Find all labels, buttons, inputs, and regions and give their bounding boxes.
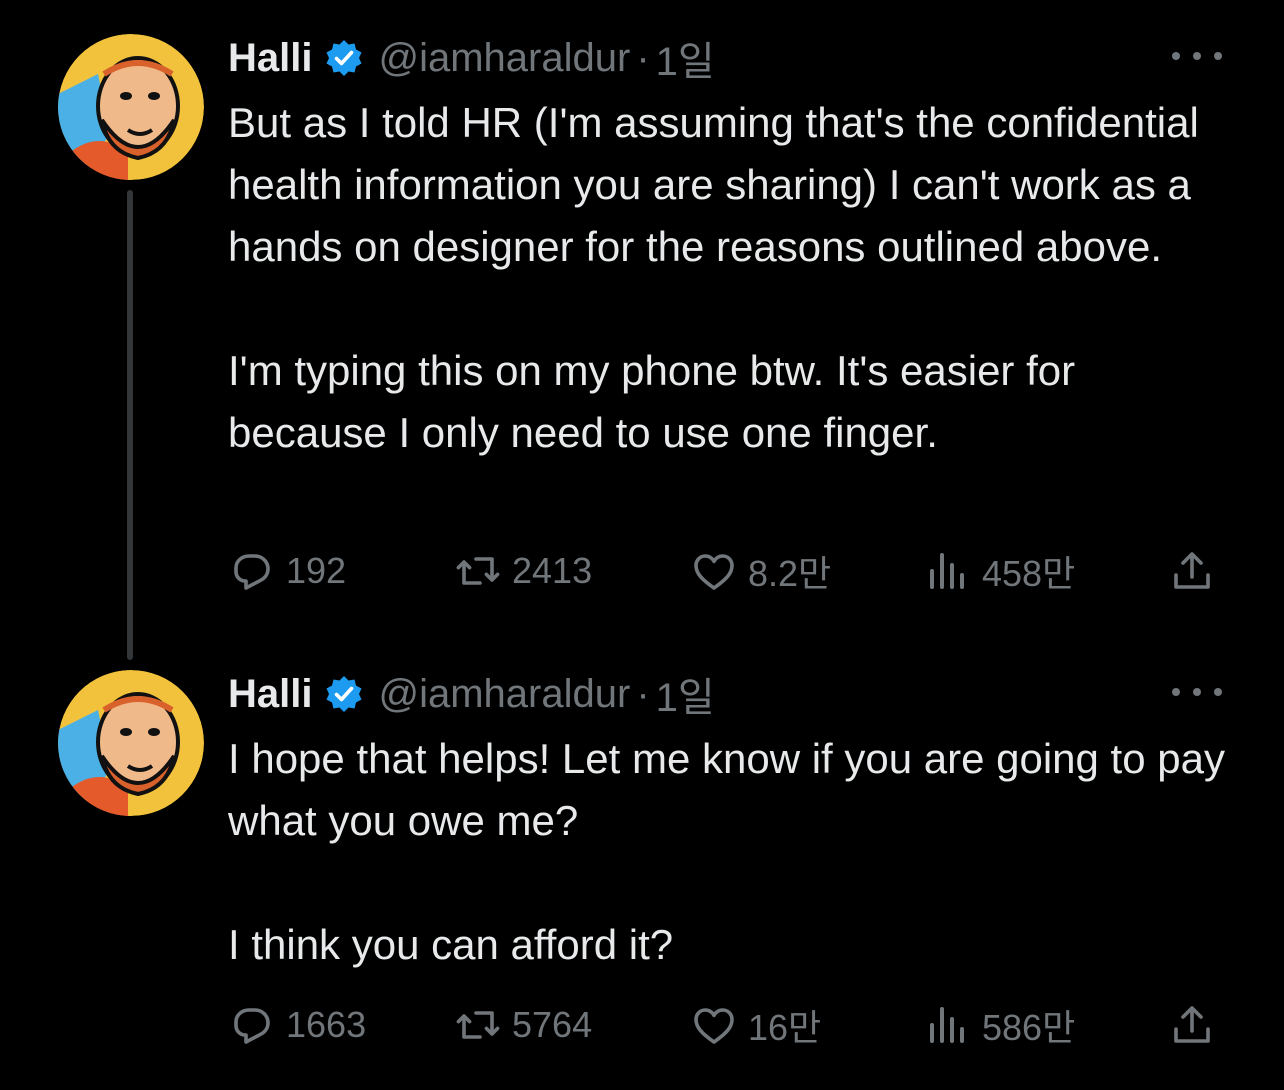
views-count: 586만 xyxy=(982,1007,1076,1048)
tweet-text: But as I told HR (I'm assuming that's th… xyxy=(228,92,1238,464)
timestamp[interactable]: 1일 xyxy=(656,665,715,723)
thread-connector-line xyxy=(127,190,133,660)
tweet-paragraph: But as I told HR (I'm assuming that's th… xyxy=(228,99,1199,270)
share-button[interactable] xyxy=(1168,1000,1216,1050)
repost-button[interactable]: 2413 xyxy=(454,546,592,596)
views-button[interactable]: 458만 xyxy=(924,546,1075,596)
action-bar: 192 2413 8.2만 458만 xyxy=(228,546,1228,596)
reply-count: 192 xyxy=(286,550,347,591)
like-button[interactable]: 8.2만 xyxy=(690,546,831,596)
views-icon xyxy=(924,1001,972,1049)
avatar[interactable] xyxy=(58,670,204,816)
repost-count: 2413 xyxy=(512,550,593,591)
reply-icon xyxy=(228,547,276,595)
tweet-paragraph: I'm typing this on my phone btw. It's ea… xyxy=(228,347,1076,456)
repost-button[interactable]: 5764 xyxy=(454,1000,592,1050)
verified-badge-icon xyxy=(324,674,364,714)
like-button[interactable]: 16만 xyxy=(690,1000,821,1050)
reply-count: 1663 xyxy=(286,1004,367,1045)
tweet-header: Halli @iamharaldur · 1일 xyxy=(228,670,715,721)
share-icon xyxy=(1168,1001,1216,1049)
like-icon xyxy=(690,547,738,595)
more-icon[interactable] xyxy=(1172,46,1222,66)
reply-icon xyxy=(228,1001,276,1049)
repost-count: 5764 xyxy=(512,1004,593,1045)
reply-button[interactable]: 192 xyxy=(228,546,346,596)
views-count: 458만 xyxy=(982,553,1076,594)
author-handle[interactable]: @iamharaldur xyxy=(378,672,630,717)
tweet-paragraph: I think you can afford it? xyxy=(228,921,674,968)
tweet-header: Halli @iamharaldur · 1일 xyxy=(228,34,715,85)
author-name[interactable]: Halli xyxy=(228,36,312,81)
like-count: 8.2만 xyxy=(748,553,832,594)
separator-dot: · xyxy=(636,671,650,716)
action-bar: 1663 5764 16만 586만 xyxy=(228,1000,1228,1050)
views-button[interactable]: 586만 xyxy=(924,1000,1075,1050)
share-icon xyxy=(1168,547,1216,595)
verified-badge-icon xyxy=(324,38,364,78)
repost-icon xyxy=(454,1001,502,1049)
tweet-text: I hope that helps! Let me know if you ar… xyxy=(228,728,1238,976)
like-count: 16만 xyxy=(748,1007,822,1048)
author-handle[interactable]: @iamharaldur xyxy=(378,36,630,81)
tweet-paragraph: I hope that helps! Let me know if you ar… xyxy=(228,735,1225,844)
like-icon xyxy=(690,1001,738,1049)
reply-button[interactable]: 1663 xyxy=(228,1000,366,1050)
share-button[interactable] xyxy=(1168,546,1216,596)
views-icon xyxy=(924,547,972,595)
author-name[interactable]: Halli xyxy=(228,672,312,717)
more-icon[interactable] xyxy=(1172,682,1222,702)
separator-dot: · xyxy=(636,35,650,80)
timestamp[interactable]: 1일 xyxy=(656,29,715,87)
avatar[interactable] xyxy=(58,34,204,180)
repost-icon xyxy=(454,547,502,595)
